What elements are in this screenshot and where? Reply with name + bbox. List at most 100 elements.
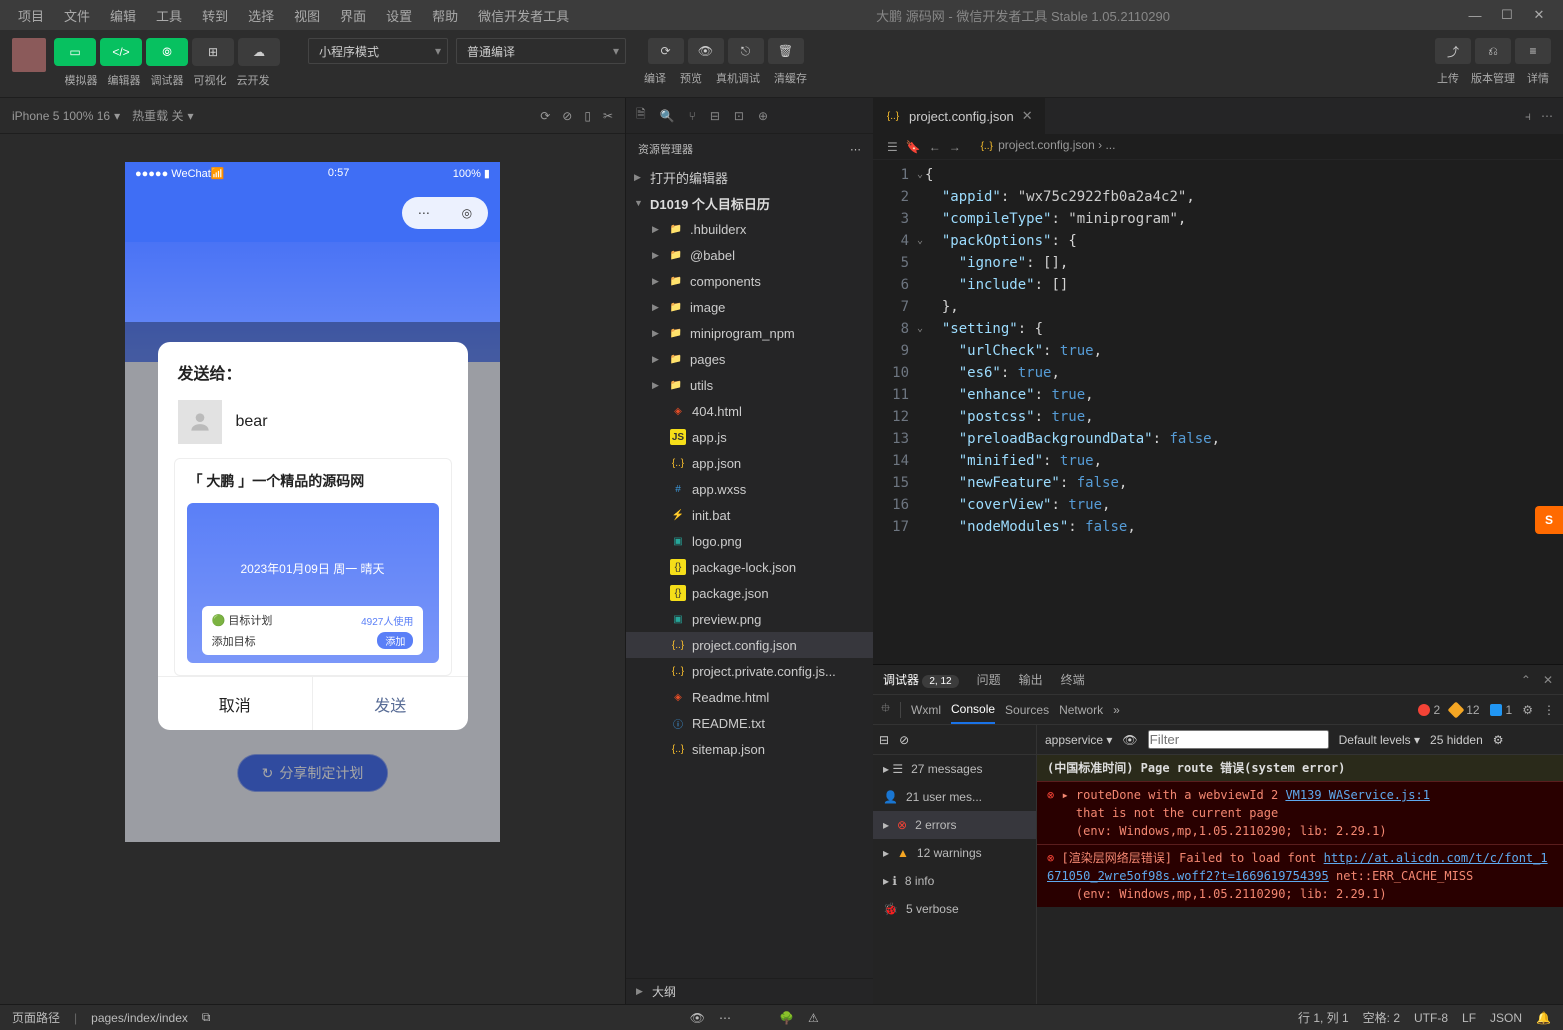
editor-button[interactable]: </> bbox=[100, 38, 142, 66]
minimize-button[interactable]: — bbox=[1467, 7, 1483, 23]
code-content[interactable]: { "appid": "wx75c2922fb0a2a4c2", "compil… bbox=[925, 160, 1220, 664]
toggle-sidebar-icon[interactable]: ☰ bbox=[887, 140, 898, 154]
sb-eye-icon[interactable]: 👁 bbox=[690, 1011, 705, 1025]
project-root[interactable]: ▼D1019 个人目标日历 bbox=[626, 190, 873, 216]
file-project.private.config.js...[interactable]: {..}project.private.config.js... bbox=[626, 658, 873, 684]
filter-errors[interactable]: ▸ ⊗ 2 errors bbox=[873, 811, 1036, 839]
inspect-icon[interactable]: ⯐ bbox=[881, 699, 890, 720]
file-preview.png[interactable]: ▣preview.png bbox=[626, 606, 873, 632]
tab-sources[interactable]: Sources bbox=[1005, 697, 1049, 723]
folder-pages[interactable]: ▶📁pages bbox=[626, 346, 873, 372]
folder-.hbuilderx[interactable]: ▶📁.hbuilderx bbox=[626, 216, 873, 242]
tab-output[interactable]: 输出 bbox=[1019, 665, 1043, 694]
spaces[interactable]: 空格: 2 bbox=[1363, 1009, 1400, 1026]
folder-@babel[interactable]: ▶📁@babel bbox=[626, 242, 873, 268]
menu-view[interactable]: 视图 bbox=[284, 2, 330, 29]
menu-tools[interactable]: 工具 bbox=[146, 2, 192, 29]
menu-file[interactable]: 文件 bbox=[54, 2, 100, 29]
levels-selector[interactable]: Default levels ▾ bbox=[1339, 733, 1420, 747]
clear-console-icon[interactable]: ⊘ bbox=[899, 733, 909, 747]
menu-wechat-devtools[interactable]: 微信开发者工具 bbox=[468, 2, 579, 29]
hidden-count[interactable]: 25 hidden bbox=[1430, 733, 1483, 747]
file-app.json[interactable]: {..}app.json bbox=[626, 450, 873, 476]
split-icon[interactable]: ⫞ bbox=[1525, 109, 1531, 124]
file-sitemap.json[interactable]: {..}sitemap.json bbox=[626, 736, 873, 762]
close-button[interactable]: ✕ bbox=[1531, 7, 1547, 23]
ext1-icon[interactable]: ⊟ bbox=[710, 109, 720, 123]
clear-cache-button[interactable]: 🗑 bbox=[768, 38, 804, 64]
upload-button[interactable]: ⤴ bbox=[1435, 38, 1471, 64]
scm-icon[interactable]: ⑂ bbox=[689, 109, 696, 123]
copy-path-icon[interactable]: ⧉ bbox=[202, 1010, 211, 1025]
file-app.wxss[interactable]: #app.wxss bbox=[626, 476, 873, 502]
encoding[interactable]: UTF-8 bbox=[1414, 1011, 1448, 1025]
filter-info[interactable]: ▸ ℹ 8 info bbox=[873, 867, 1036, 895]
compile-button[interactable]: ⟳ bbox=[648, 38, 684, 64]
close-devtools-icon[interactable]: ✕ bbox=[1543, 673, 1553, 687]
file-logo.png[interactable]: ▣logo.png bbox=[626, 528, 873, 554]
collapse-icon[interactable]: ⌃ bbox=[1521, 673, 1531, 687]
back-icon[interactable]: ← bbox=[929, 140, 941, 154]
file-package.json[interactable]: {}package.json bbox=[626, 580, 873, 606]
device-selector[interactable]: iPhone 5 100% 16 ▾ bbox=[12, 109, 120, 123]
eye-icon[interactable]: 👁 bbox=[1122, 733, 1137, 747]
bookmark-icon[interactable]: 🔖 bbox=[906, 140, 921, 154]
file-package-lock.json[interactable]: {}package-lock.json bbox=[626, 554, 873, 580]
send-button[interactable]: 发送 bbox=[312, 677, 468, 730]
cloud-button[interactable]: ☁ bbox=[238, 38, 280, 66]
filter-input[interactable] bbox=[1148, 730, 1329, 749]
folder-image[interactable]: ▶📁image bbox=[626, 294, 873, 320]
bell-icon[interactable]: 🔔 bbox=[1536, 1011, 1551, 1025]
file-README.txt[interactable]: ⓘREADME.txt bbox=[626, 710, 873, 736]
stop-icon[interactable]: ⊘ bbox=[562, 109, 572, 123]
context-selector[interactable]: appservice ▾ bbox=[1045, 733, 1112, 747]
remote-debug-button[interactable]: ⎋ bbox=[728, 38, 764, 64]
debugger-button[interactable]: ⦾ bbox=[146, 38, 188, 66]
mode-dropdown[interactable]: 小程序模式 bbox=[308, 38, 448, 64]
user-avatar[interactable] bbox=[12, 38, 46, 72]
open-editors-section[interactable]: ▶打开的编辑器 bbox=[626, 164, 873, 190]
language[interactable]: JSON bbox=[1490, 1011, 1522, 1025]
menu-settings[interactable]: 设置 bbox=[376, 2, 422, 29]
preview-button[interactable]: 👁 bbox=[688, 38, 724, 64]
tab-console[interactable]: Console bbox=[951, 696, 995, 724]
menu-edit[interactable]: 编辑 bbox=[100, 2, 146, 29]
folder-miniprogram_npm[interactable]: ▶📁miniprogram_npm bbox=[626, 320, 873, 346]
console-log[interactable]: (中国标准时间) Page route 错误(system error) ⊗ ▸… bbox=[1037, 755, 1563, 1004]
sb-tree-icon[interactable]: 🌳 bbox=[779, 1011, 794, 1025]
dock-icon[interactable]: ⋮ bbox=[1543, 703, 1555, 717]
ext2-icon[interactable]: ⊡ bbox=[734, 109, 744, 123]
sidebar-toggle-icon[interactable]: ⊟ bbox=[879, 733, 889, 747]
page-path[interactable]: pages/index/index bbox=[91, 1011, 188, 1025]
file-app.js[interactable]: JSapp.js bbox=[626, 424, 873, 450]
code-editor[interactable]: 1⌄234⌄5678⌄91011121314151617 { "appid": … bbox=[873, 160, 1563, 664]
refresh-icon[interactable]: ⟳ bbox=[540, 109, 550, 123]
outline-section[interactable]: ▶大纲 bbox=[626, 978, 873, 1004]
sogou-ime-icon[interactable]: S bbox=[1535, 506, 1563, 534]
tab-wxml[interactable]: Wxml bbox=[911, 697, 941, 723]
hotreload-selector[interactable]: 热重载 关 ▾ bbox=[132, 107, 193, 124]
close-tab-icon[interactable]: ✕ bbox=[1022, 108, 1033, 124]
phone-icon[interactable]: ▯ bbox=[584, 109, 591, 123]
search-icon[interactable]: 🔍 bbox=[660, 109, 675, 123]
tab-terminal[interactable]: 终端 bbox=[1061, 665, 1085, 694]
menu-goto[interactable]: 转到 bbox=[192, 2, 238, 29]
ext3-icon[interactable]: ⊕ bbox=[758, 109, 768, 123]
menu-project[interactable]: 项目 bbox=[8, 2, 54, 29]
log-link-1[interactable]: VM139 WAService.js:1 bbox=[1285, 788, 1430, 802]
forward-icon[interactable]: → bbox=[949, 140, 961, 154]
menu-select[interactable]: 选择 bbox=[238, 2, 284, 29]
add-button[interactable]: 添加 bbox=[377, 632, 413, 649]
tab-debugger[interactable]: 调试器 2, 12 bbox=[883, 665, 959, 694]
file-Readme.html[interactable]: ◈Readme.html bbox=[626, 684, 873, 710]
compile-dropdown[interactable]: 普通编译 bbox=[456, 38, 626, 64]
visual-button[interactable]: ⊞ bbox=[192, 38, 234, 66]
more-tab-icon[interactable]: ⋯ bbox=[1541, 109, 1553, 123]
sb-warn-icon[interactable]: ⚠ bbox=[808, 1011, 819, 1025]
console-gear-icon[interactable]: ⚙ bbox=[1493, 733, 1504, 747]
filter-verbose[interactable]: 🐞 5 verbose bbox=[873, 895, 1036, 923]
folder-utils[interactable]: ▶📁utils bbox=[626, 372, 873, 398]
maximize-button[interactable]: ☐ bbox=[1499, 7, 1515, 23]
detail-button[interactable]: ≡ bbox=[1515, 38, 1551, 64]
cut-icon[interactable]: ✂ bbox=[603, 109, 613, 123]
